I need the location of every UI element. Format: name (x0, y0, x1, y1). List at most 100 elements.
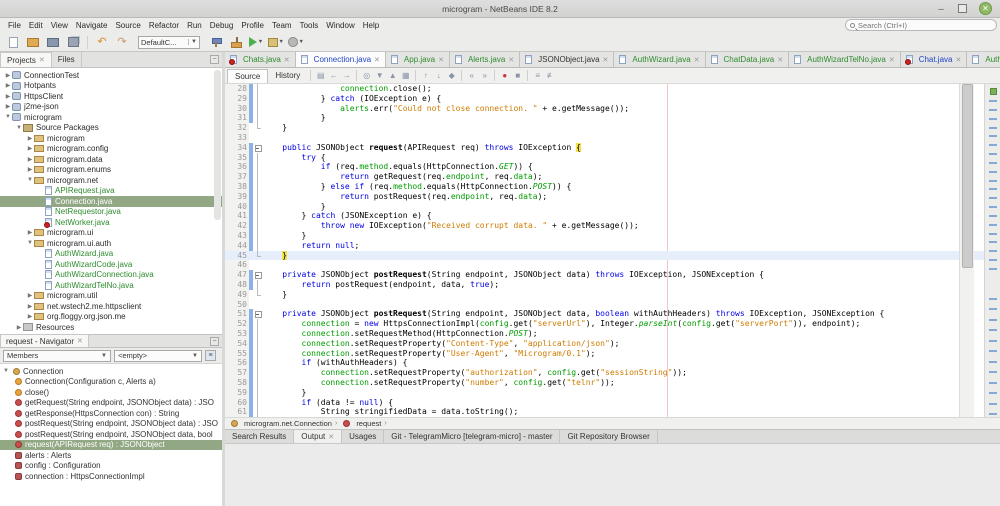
fold-marker[interactable] (253, 181, 263, 192)
member-item[interactable]: alerts : Alerts (0, 450, 222, 461)
editor-tab-authwizardcode-java[interactable]: AuthWizardCode.java✕ (967, 52, 1000, 67)
menu-navigate[interactable]: Navigate (72, 21, 112, 30)
fold-marker[interactable] (253, 113, 263, 123)
member-item[interactable]: postRequest(String endpoint, JSONObject … (0, 419, 222, 430)
expand-arrow-icon[interactable]: ▶ (26, 166, 34, 173)
member-item[interactable]: Connection(Configuration c, Alerts a) (0, 377, 222, 388)
modified-line-mark[interactable] (989, 298, 997, 300)
menu-run[interactable]: Run (183, 21, 206, 30)
modified-line-mark[interactable] (989, 382, 997, 384)
find-selection-icon[interactable]: ◎ (360, 71, 373, 80)
modified-line-mark[interactable] (989, 206, 997, 208)
modified-line-mark[interactable] (989, 233, 997, 235)
tab-projects[interactable]: Projects ✕ (0, 52, 52, 67)
fold-marker[interactable] (253, 358, 263, 368)
fold-marker[interactable] (253, 123, 263, 133)
collapse-arrow-icon[interactable]: ▼ (26, 240, 34, 246)
modified-line-mark[interactable] (989, 319, 997, 321)
editor-tab-jsonobject-java[interactable]: JSONObject.java ✕ (520, 52, 615, 67)
menu-file[interactable]: File (4, 21, 25, 30)
editor-tab-app-java[interactable]: App.java ✕ (385, 52, 450, 67)
tree-scrollbar[interactable] (214, 70, 221, 220)
close-icon[interactable]: ✕ (508, 56, 514, 64)
search-input[interactable] (858, 20, 988, 30)
modified-line-mark[interactable] (989, 162, 997, 164)
menu-help[interactable]: Help (359, 21, 383, 30)
fold-marker[interactable] (253, 348, 263, 359)
tree-item-j2me-json[interactable]: ▶ j2me-json (0, 102, 222, 113)
fold-marker[interactable] (253, 397, 263, 408)
tree-item-microgram-ui-auth[interactable]: ▼ microgram.ui.auth (0, 238, 222, 249)
expand-arrow-icon[interactable]: ▶ (4, 72, 12, 79)
fold-marker[interactable] (253, 377, 263, 388)
tab-history-view[interactable]: History (268, 69, 307, 83)
collapse-arrow-icon[interactable]: ▼ (2, 368, 10, 374)
editor-tab-authwizardtelno-java[interactable]: AuthWizardTelNo.java ✕ (789, 52, 901, 67)
close-icon[interactable]: ✕ (438, 56, 444, 64)
open-project-button[interactable] (45, 35, 61, 50)
shift-right-icon[interactable]: » (478, 71, 491, 80)
modified-line-mark[interactable] (989, 403, 997, 405)
error-stripe[interactable] (984, 84, 1000, 417)
collapse-arrow-icon[interactable]: ▼ (15, 125, 23, 131)
expand-arrow-icon[interactable]: ▶ (26, 145, 34, 152)
clean-build-button[interactable] (228, 35, 244, 50)
tree-item-microgram-config[interactable]: ▶ microgram.config (0, 144, 222, 155)
redo-button[interactable]: ↷ (114, 35, 130, 50)
fold-marker[interactable] (253, 309, 263, 319)
modified-line-mark[interactable] (989, 180, 997, 182)
build-project-button[interactable] (208, 35, 224, 50)
scrollbar-thumb[interactable] (962, 84, 973, 268)
minimize-button[interactable]: – (936, 4, 946, 15)
maximize-button[interactable] (958, 4, 967, 13)
close-icon[interactable]: ✕ (328, 433, 334, 441)
fold-marker[interactable] (253, 319, 263, 329)
menu-window[interactable]: Window (322, 21, 358, 30)
quick-search-box[interactable] (845, 19, 997, 31)
close-icon[interactable]: ✕ (694, 56, 700, 64)
tree-item-resources[interactable]: ▶ Resources (0, 322, 222, 333)
fold-marker[interactable] (253, 368, 263, 378)
close-icon[interactable]: ✕ (955, 56, 961, 64)
member-item[interactable]: config : Configuration (0, 461, 222, 472)
tree-item-connectiontest[interactable]: ▶ ConnectionTest (0, 70, 222, 81)
close-icon[interactable]: ✕ (374, 56, 380, 64)
expand-arrow-icon[interactable]: ▶ (15, 324, 23, 331)
close-icon[interactable]: ✕ (39, 56, 45, 64)
tree-item-microgram[interactable]: ▼ microgram (0, 112, 222, 123)
tab-navigator[interactable]: request - Navigator ✕ (0, 334, 89, 347)
expand-arrow-icon[interactable]: ▶ (26, 313, 34, 320)
close-button[interactable]: ✕ (979, 2, 992, 15)
fold-marker[interactable] (253, 230, 263, 241)
tree-item-networker-java[interactable]: NetWorker.java (0, 217, 222, 228)
menu-profile[interactable]: Profile (237, 21, 268, 30)
modified-line-mark[interactable] (989, 127, 997, 129)
collapse-arrow-icon[interactable]: ▼ (26, 177, 34, 183)
modified-line-mark[interactable] (989, 413, 997, 415)
debug-project-button[interactable]: ▼ (268, 35, 284, 50)
toggle-bookmark-icon[interactable]: ◆ (445, 71, 458, 80)
modified-line-mark[interactable] (989, 268, 997, 270)
editor-tab-connection-java[interactable]: Connection.java ✕ (295, 52, 386, 67)
tree-item-microgram-net[interactable]: ▼ microgram.net (0, 175, 222, 186)
undo-button[interactable]: ↶ (94, 35, 110, 50)
modified-line-mark[interactable] (989, 329, 997, 331)
editor-tab-chatdata-java[interactable]: ChatData.java ✕ (705, 52, 790, 67)
expand-arrow-icon[interactable]: ▶ (26, 229, 34, 236)
tree-item-apirequest-java[interactable]: APIRequest.java (0, 186, 222, 197)
back-icon[interactable]: ← (327, 71, 340, 80)
menu-view[interactable]: View (47, 21, 72, 30)
fold-marker[interactable] (253, 191, 263, 202)
expand-arrow-icon[interactable]: ▶ (4, 82, 12, 89)
stop-macro-icon[interactable]: ■ (511, 71, 524, 80)
fold-marker[interactable] (253, 279, 263, 290)
fold-marker[interactable] (253, 250, 263, 261)
tree-item-net-wstech2-me-httpsclient[interactable]: ▶ net.wstech2.me.httpsclient (0, 301, 222, 312)
modified-line-mark[interactable] (989, 118, 997, 120)
tab-source-view[interactable]: Source (227, 68, 269, 83)
bottom-tab-search-results[interactable]: Search Results (225, 430, 295, 443)
bottom-tab-git-telegrammicro-telegram-mic[interactable]: Git - TelegramMicro [telegram-micro] - m… (384, 430, 561, 443)
forward-icon[interactable]: → (340, 71, 353, 80)
tree-item-hotpants[interactable]: ▶ Hotpants (0, 81, 222, 92)
tree-item-source-packages[interactable]: ▼ Source Packages (0, 123, 222, 134)
